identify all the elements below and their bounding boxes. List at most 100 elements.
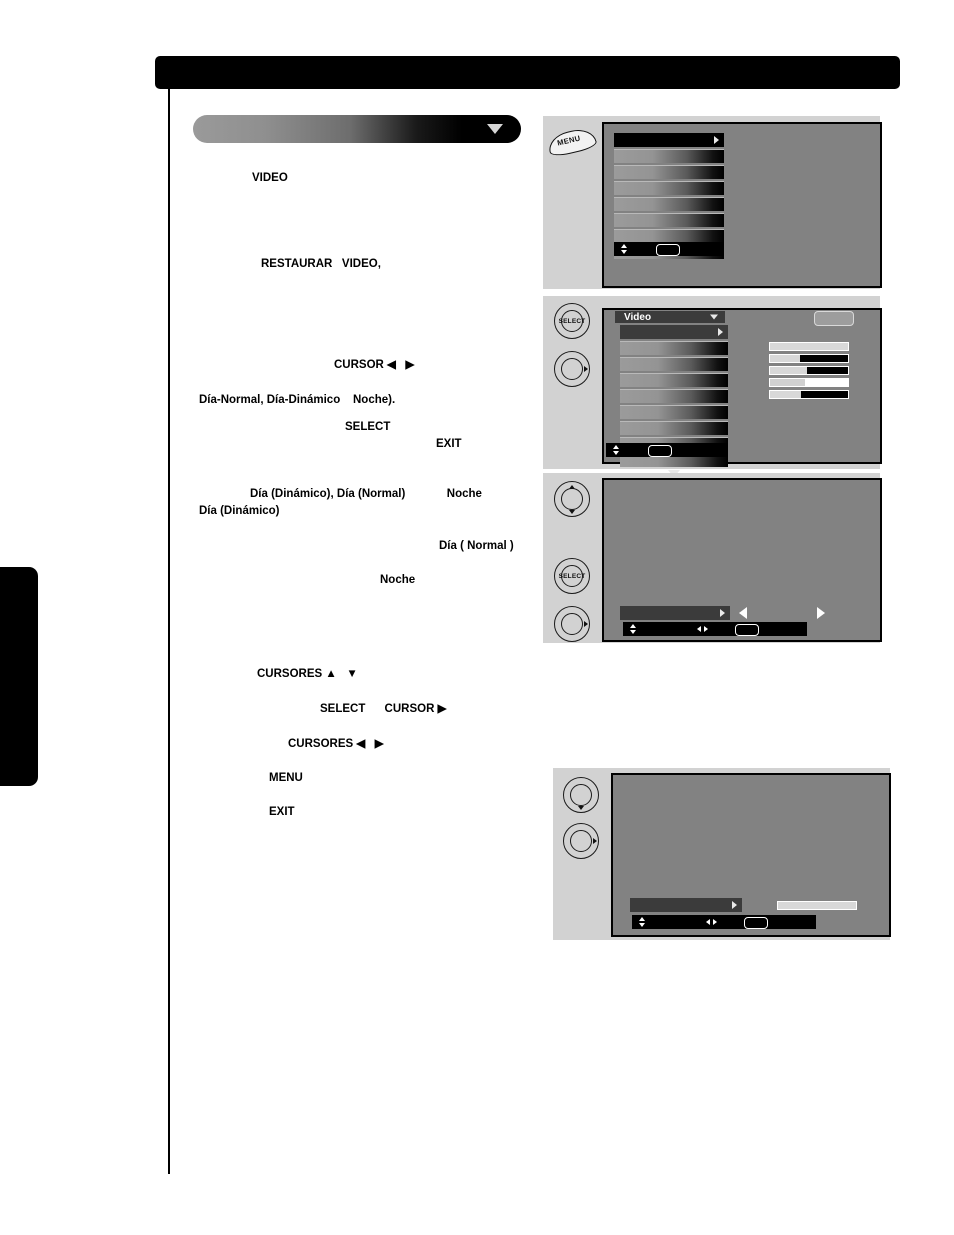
osd-mode-chip bbox=[814, 311, 854, 326]
body-text-restaurar: RESTAURAR VIDEO, bbox=[261, 258, 381, 270]
cursor-up-down-button[interactable] bbox=[554, 481, 590, 517]
leftright-arrows-icon bbox=[706, 919, 717, 925]
leftright-arrows-icon bbox=[697, 626, 708, 632]
select-button-label: SELECT bbox=[558, 572, 586, 580]
illustration-panel-3: SELECT bbox=[543, 473, 882, 643]
osd-menu-item-label bbox=[620, 379, 628, 389]
osd-menu-item-label bbox=[620, 459, 628, 469]
osd-menu-item[interactable] bbox=[614, 213, 724, 227]
manual-page: VIDEO RESTAURAR VIDEO, CURSOR ◀ ▶ Día-Norma… bbox=[0, 0, 954, 1235]
side-bookmark-tab bbox=[0, 567, 38, 786]
osd-menu-item[interactable] bbox=[614, 229, 724, 243]
slider-fill bbox=[770, 379, 806, 386]
slider-tinte[interactable] bbox=[769, 378, 849, 387]
osd-menu-item[interactable] bbox=[614, 149, 724, 163]
slider-contraste[interactable] bbox=[769, 342, 849, 351]
select-button[interactable]: SELECT bbox=[554, 558, 590, 594]
select-button[interactable]: SELECT bbox=[554, 303, 590, 339]
button-inner-ring bbox=[561, 613, 583, 635]
osd-footer-bar bbox=[632, 915, 816, 929]
chevron-down-icon bbox=[487, 124, 503, 134]
cursor-right-button[interactable] bbox=[554, 351, 590, 387]
osd-menu-item[interactable] bbox=[614, 197, 724, 211]
osd-menu-item[interactable] bbox=[620, 357, 728, 371]
osd-menu-item-label bbox=[614, 138, 622, 148]
slider-brillo[interactable] bbox=[769, 354, 849, 363]
select-key-icon bbox=[744, 917, 768, 929]
slider-nitidez[interactable] bbox=[769, 390, 849, 399]
body-text-dinamico: Día (Dinámico) bbox=[199, 505, 280, 517]
illustration-panel-1: MENU bbox=[543, 116, 882, 289]
margin-rule bbox=[168, 89, 170, 1174]
cursor-down-button[interactable] bbox=[563, 777, 599, 813]
submenu-arrow-icon bbox=[732, 901, 737, 909]
slider-knob[interactable] bbox=[805, 379, 810, 386]
osd-menu-title: Video bbox=[615, 311, 725, 323]
slider-color[interactable] bbox=[769, 366, 849, 375]
body-text-modos: Día-Normal, Día-Dinámico Noche). bbox=[199, 394, 396, 406]
tv-screen bbox=[611, 773, 891, 937]
menu-button[interactable]: MENU bbox=[546, 125, 598, 159]
button-inner-ring bbox=[570, 784, 592, 806]
osd-menu-item[interactable] bbox=[614, 165, 724, 179]
cursor-right-icon bbox=[584, 621, 588, 627]
osd-menu-item[interactable] bbox=[620, 606, 730, 620]
body-text-select2: SELECT CURSOR ▶ bbox=[320, 703, 447, 715]
body-text-cursor_lr: CURSOR ◀ ▶ bbox=[334, 359, 415, 371]
cursor-down-icon bbox=[569, 509, 575, 514]
body-text-modos2: Día (Dinámico), Día (Normal) Noche bbox=[250, 488, 482, 500]
illustration-panel-2: Video SELECT bbox=[543, 296, 882, 477]
slider-fill bbox=[778, 902, 856, 909]
section-title-bar bbox=[193, 115, 521, 143]
nav-left-arrow[interactable] bbox=[739, 607, 747, 619]
updown-arrows-icon bbox=[612, 445, 619, 455]
slider-fill bbox=[770, 355, 800, 362]
osd-menu-item-label bbox=[620, 330, 628, 340]
body-text-noche: Noche bbox=[380, 574, 416, 586]
chevron-down-icon bbox=[710, 314, 718, 320]
osd-menu-title-label: Video bbox=[624, 311, 652, 323]
updown-arrows-icon bbox=[629, 624, 636, 634]
cursor-right-button[interactable] bbox=[563, 823, 599, 859]
illustration-panel-4 bbox=[553, 768, 891, 940]
select-key-icon bbox=[656, 244, 680, 256]
body-text-menu: MENU bbox=[269, 772, 303, 784]
osd-menu-item[interactable] bbox=[614, 133, 724, 147]
submenu-arrow-icon bbox=[718, 328, 723, 336]
osd-menu-item[interactable] bbox=[620, 421, 728, 435]
osd-menu-item[interactable] bbox=[620, 341, 728, 355]
osd-menu-item-label bbox=[620, 347, 628, 357]
osd-footer-bar bbox=[614, 242, 724, 256]
slider-fill bbox=[770, 343, 848, 350]
tv-screen bbox=[602, 122, 882, 288]
osd-menu-list bbox=[630, 898, 742, 914]
osd-menu-item[interactable] bbox=[620, 373, 728, 387]
osd-menu-item-label bbox=[620, 395, 628, 405]
osd-menu-item-label bbox=[614, 187, 622, 197]
osd-menu-item-label bbox=[614, 171, 622, 181]
updown-arrows-icon bbox=[638, 917, 645, 927]
osd-menu-item-label bbox=[614, 155, 622, 165]
body-text-select: SELECT bbox=[345, 421, 391, 433]
osd-menu-item[interactable] bbox=[630, 898, 742, 912]
osd-footer-bar bbox=[606, 443, 728, 457]
osd-menu-item[interactable] bbox=[620, 405, 728, 419]
body-text-cursores_ud: CURSORES ▲ ▼ bbox=[257, 668, 358, 680]
osd-menu-item-label bbox=[620, 427, 628, 437]
cursor-right-button[interactable] bbox=[554, 606, 590, 642]
updown-arrows-icon bbox=[620, 244, 627, 254]
body-text-cursores_lr: CURSORES ◀ ▶ bbox=[288, 738, 384, 750]
body-text-video: VIDEO bbox=[252, 172, 288, 184]
osd-menu-item[interactable] bbox=[620, 325, 728, 339]
nav-right-arrow[interactable] bbox=[817, 607, 825, 619]
osd-menu-item-label bbox=[614, 203, 622, 213]
osd-menu-item[interactable] bbox=[620, 389, 728, 403]
slider-fill bbox=[770, 391, 802, 398]
osd-menu-item[interactable] bbox=[614, 181, 724, 195]
slider-value[interactable] bbox=[777, 901, 857, 910]
osd-footer-bar bbox=[623, 622, 807, 636]
body-text-exit_1: EXIT bbox=[436, 438, 462, 450]
osd-menu-item-label bbox=[620, 611, 628, 621]
select-key-icon bbox=[648, 445, 672, 457]
osd-menu-list bbox=[620, 606, 730, 622]
